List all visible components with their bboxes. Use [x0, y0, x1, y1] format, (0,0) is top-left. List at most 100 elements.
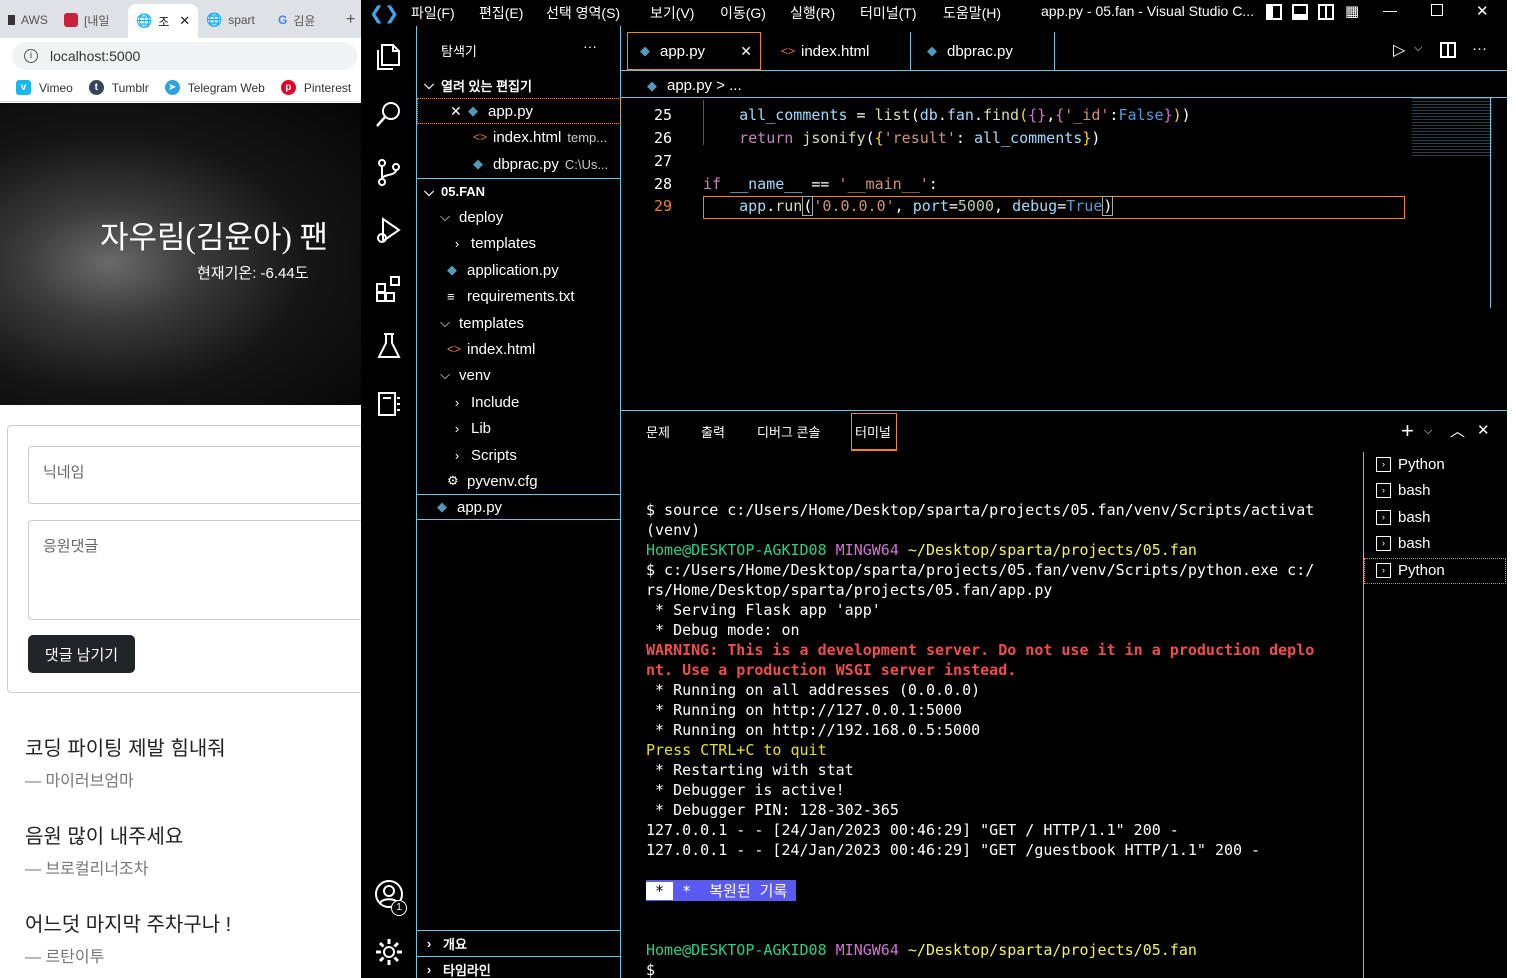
tree-file-pyvenv-cfg[interactable]: ⚙ pyvenv.cfg	[417, 468, 621, 494]
close-editor-icon[interactable]: ✕	[450, 103, 468, 120]
toggle-sidebar-icon[interactable]	[1266, 4, 1282, 20]
minimap[interactable]	[1412, 98, 1492, 158]
terminal-list-item[interactable]: › Python	[1376, 456, 1445, 473]
chevron-down-icon[interactable]: ⌵	[1424, 425, 1432, 438]
tree-file-app-py[interactable]: ◆ app.py	[417, 494, 621, 520]
menu-help[interactable]: 도움말(H)	[943, 3, 1001, 23]
toggle-secondary-sidebar-icon[interactable]	[1318, 4, 1334, 20]
terminal-list-item[interactable]: › bash	[1376, 535, 1431, 552]
submit-comment-button[interactable]: 댓글 남기기	[28, 635, 135, 673]
new-terminal-icon[interactable]: +	[1401, 418, 1414, 444]
more-actions-icon[interactable]: ···	[583, 38, 597, 54]
run-python-file-icon[interactable]: ▷	[1393, 40, 1405, 60]
prompt-path: ~/Desktop/sparta/projects/05.fan	[907, 541, 1197, 559]
tree-folder-deploy[interactable]: ⌵ deploy	[417, 204, 621, 230]
menu-go[interactable]: 이동(G)	[720, 3, 766, 23]
tree-folder-include[interactable]: › Include	[417, 389, 621, 415]
menu-selection[interactable]: 선택 영역(S)	[546, 3, 620, 23]
terminal-icon: ›	[1376, 483, 1391, 498]
bookmark-telegram[interactable]: ➤ Telegram Web	[164, 80, 265, 95]
split-editor-icon[interactable]	[1440, 42, 1456, 58]
browser-tab-google[interactable]: G 김윤	[278, 6, 338, 34]
panel-tab-problems[interactable]: 문제	[646, 422, 670, 441]
new-tab-icon[interactable]: +	[346, 6, 360, 34]
open-editors-header[interactable]: ⌵ 열려 있는 편집기	[417, 72, 621, 98]
extensions-icon[interactable]	[373, 272, 405, 304]
terminal-icon: ›	[1376, 536, 1391, 551]
menu-edit[interactable]: 편집(E)	[479, 3, 523, 23]
timeline-header[interactable]: › 타임라인	[417, 956, 621, 978]
code-line-26[interactable]: return jsonify({'result': all_comments})	[703, 129, 1100, 147]
more-actions-icon[interactable]: ···	[1472, 40, 1487, 57]
settings-gear-icon[interactable]	[373, 936, 405, 968]
menu-view[interactable]: 보기(V)	[650, 3, 694, 23]
editor-tab-app-py[interactable]: ◆ app.py ✕	[627, 32, 761, 70]
bookmark-vimeo[interactable]: v Vimeo	[16, 80, 73, 95]
run-debug-icon[interactable]	[373, 214, 405, 246]
maximize-icon[interactable]	[1431, 4, 1443, 16]
open-editor-app-py[interactable]: ✕ ◆ app.py	[417, 98, 621, 124]
terminal-list-item-active[interactable]: › Python	[1376, 562, 1445, 579]
bookmark-tumblr[interactable]: t Tumblr	[88, 80, 149, 95]
project-header[interactable]: ⌵ 05.FAN	[417, 178, 621, 204]
gear-file-icon: ⚙	[447, 473, 459, 488]
breadcrumb[interactable]: ◆ app.py > ...	[647, 77, 742, 94]
outline-header[interactable]: › 개요	[417, 930, 621, 956]
nickname-input[interactable]: 닉네임	[28, 446, 361, 504]
chevron-down-icon[interactable]: ⌵	[1414, 42, 1422, 55]
info-icon[interactable]: i	[24, 49, 38, 63]
browser-tab-sparta[interactable]: 🌐 spart	[206, 6, 272, 34]
code-line-25[interactable]: all_comments = list(db.fan.find({},{'_id…	[703, 106, 1191, 124]
source-control-icon[interactable]	[373, 156, 405, 188]
tree-label: Include	[471, 393, 520, 411]
terminal-list-item[interactable]: › bash	[1376, 509, 1431, 526]
explorer-icon[interactable]	[373, 40, 405, 72]
menu-file[interactable]: 파일(F)	[411, 3, 455, 23]
tree-file-application-py[interactable]: ◆ application.py	[417, 257, 621, 283]
menu-terminal[interactable]: 터미널(T)	[860, 3, 917, 23]
editor-tab-dbprac-py[interactable]: ◆ dbprac.py	[911, 32, 1055, 70]
maximize-panel-icon[interactable]: ︿	[1450, 420, 1465, 441]
open-editor-dbprac-py[interactable]: ◆ dbprac.py C:\Us...	[417, 151, 621, 177]
tree-folder-templates[interactable]: › templates	[417, 230, 621, 256]
menu-run[interactable]: 실행(R)	[790, 3, 835, 23]
tree-folder-scripts[interactable]: › Scripts	[417, 442, 621, 468]
testing-icon[interactable]	[373, 330, 405, 362]
terminal-list-item[interactable]: › bash	[1376, 482, 1431, 499]
panel-tab-debug-console[interactable]: 디버그 콘솔	[757, 422, 820, 441]
browser-tab-2[interactable]: [내일	[64, 6, 128, 34]
toggle-panel-icon[interactable]	[1292, 4, 1308, 20]
open-editor-index-html[interactable]: <> index.html temp...	[417, 124, 621, 150]
comment-textarea[interactable]: 응원댓글	[28, 520, 361, 620]
address-bar[interactable]: i localhost:5000	[12, 42, 357, 70]
tree-folder-templates-2[interactable]: ⌵ templates	[417, 310, 621, 336]
close-panel-icon[interactable]: ✕	[1477, 421, 1490, 439]
code-line-29[interactable]: app.run('0.0.0.0', port=5000, debug=True…	[703, 196, 1114, 216]
tree-folder-venv[interactable]: ⌵ venv	[417, 362, 621, 388]
close-tab-icon[interactable]: ✕	[740, 43, 752, 60]
search-icon[interactable]	[373, 98, 405, 130]
code-line-28[interactable]: if __name__ == '__main__':	[703, 175, 938, 193]
terminal-input-line[interactable]: $	[646, 961, 655, 978]
tree-folder-lib[interactable]: › Lib	[417, 415, 621, 441]
browser-tab-active[interactable]: 🌐 조 ✕	[128, 4, 198, 38]
vscode-titlebar: ❮❯ 파일(F) 편집(E) 선택 영역(S) 보기(V) 이동(G) 실행(R…	[361, 0, 1516, 26]
file-detail: temp...	[567, 129, 608, 145]
customize-layout-icon[interactable]: ▦	[1345, 2, 1359, 20]
editor-scrollbar[interactable]	[1490, 98, 1506, 308]
bookmark-pinterest[interactable]: p Pinterest	[280, 80, 351, 95]
browser-tab-aws[interactable]: AWS	[8, 6, 58, 34]
close-window-icon[interactable]: ✕	[1476, 2, 1489, 20]
panel-tab-terminal[interactable]: 터미널	[855, 422, 891, 441]
panel-tab-output[interactable]: 출력	[701, 422, 725, 441]
remote-explorer-icon[interactable]	[373, 388, 405, 420]
tree-file-index-html[interactable]: <> index.html	[417, 336, 621, 362]
close-tab-icon[interactable]: ✕	[179, 13, 190, 29]
editor-tab-index-html[interactable]: <> index.html	[763, 32, 911, 70]
html-file-icon: <>	[781, 44, 796, 58]
url-text[interactable]: localhost:5000	[50, 48, 140, 64]
activity-bar: 1	[361, 26, 417, 978]
tree-file-requirements[interactable]: ≡ requirements.txt	[417, 283, 621, 309]
minimize-icon[interactable]: —	[1383, 2, 1397, 18]
tree-label: index.html	[467, 340, 536, 358]
